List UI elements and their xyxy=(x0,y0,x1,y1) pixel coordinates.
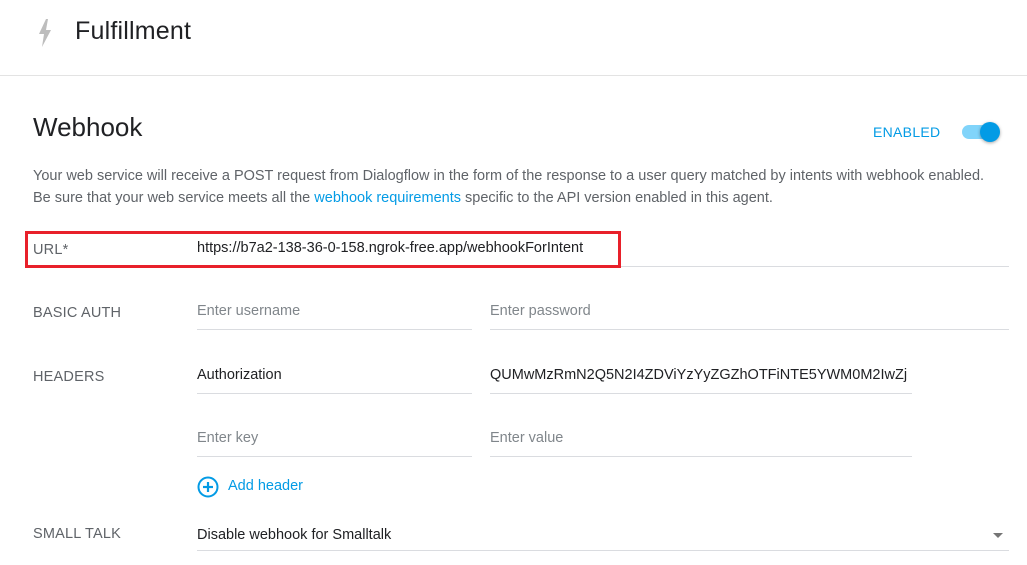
description-text-end: specific to the API version enabled in t… xyxy=(460,190,773,206)
enabled-label: ENABLED xyxy=(873,124,941,140)
page-header: Fulfillment xyxy=(0,0,1027,76)
section-title: Webhook xyxy=(33,112,143,142)
page-title: Fulfillment xyxy=(75,17,192,45)
new-header-value-field xyxy=(490,426,912,457)
header-key-field xyxy=(197,363,472,394)
small-talk-select[interactable]: Disable webhook for Smalltalk xyxy=(197,520,1009,551)
webhook-toggle[interactable] xyxy=(962,122,1002,142)
dropdown-caret-icon xyxy=(993,533,1003,538)
add-circle-icon xyxy=(197,476,219,498)
new-header-value-input[interactable] xyxy=(490,430,912,446)
toggle-thumb xyxy=(980,122,1000,142)
header-value-input[interactable] xyxy=(490,367,912,383)
password-input[interactable] xyxy=(490,303,1009,319)
webhook-description: Your web service will receive a POST req… xyxy=(33,165,993,209)
webhook-requirements-link[interactable]: webhook requirements xyxy=(314,190,461,206)
password-field xyxy=(490,299,1009,330)
basic-auth-label: BASIC AUTH xyxy=(33,305,122,321)
highlight-box xyxy=(25,231,621,268)
username-input[interactable] xyxy=(197,303,472,319)
small-talk-value: Disable webhook for Smalltalk xyxy=(197,527,392,543)
header-key-input[interactable] xyxy=(197,367,472,383)
new-header-key-input[interactable] xyxy=(197,430,472,446)
new-header-key-field xyxy=(197,426,472,457)
bolt-icon xyxy=(39,19,51,47)
headers-label: HEADERS xyxy=(33,369,105,385)
header-value-field xyxy=(490,363,912,394)
add-header-label: Add header xyxy=(228,478,303,494)
small-talk-label: SMALL TALK xyxy=(33,526,121,542)
username-field xyxy=(197,299,472,330)
